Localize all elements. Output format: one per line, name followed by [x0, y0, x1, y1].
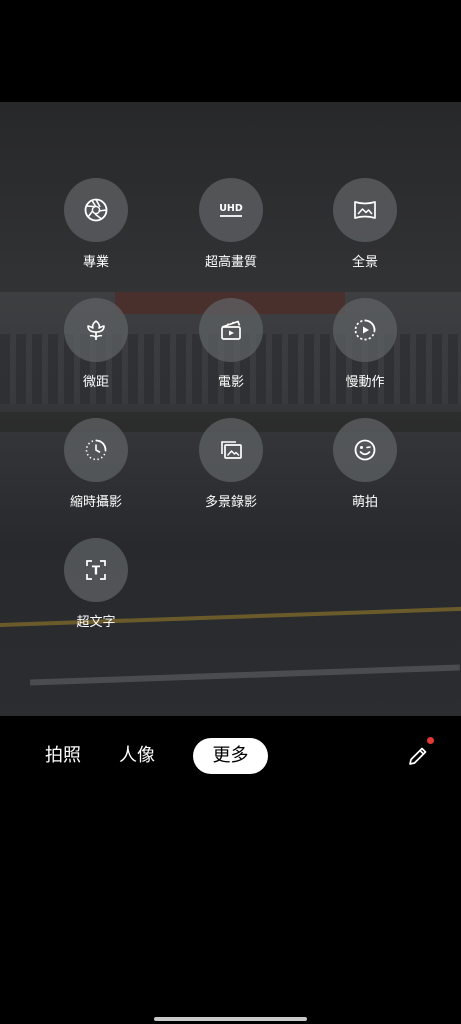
mode-pro-label: 專業	[82, 255, 109, 270]
mode-slow-motion-button[interactable]	[333, 298, 397, 362]
mode-text-scan-button[interactable]: T	[64, 538, 128, 602]
mode-macro-button[interactable]	[64, 298, 128, 362]
mode-panorama-button[interactable]	[333, 178, 397, 242]
home-indicator[interactable]	[154, 1017, 307, 1021]
mode-cute-shot-label: 萌拍	[351, 495, 378, 510]
mode-pro-button[interactable]	[64, 178, 128, 242]
mode-text-scan[interactable]: T 超文字	[36, 538, 156, 630]
pencil-icon	[409, 747, 427, 765]
multi-view-icon	[221, 441, 242, 459]
mode-timelapse-button[interactable]	[64, 418, 128, 482]
mode-uhd-button[interactable]: UHD	[199, 178, 263, 242]
mode-cinema[interactable]: 電影	[171, 298, 291, 390]
smiley-icon	[354, 439, 376, 461]
mode-timelapse[interactable]: 縮時攝影	[36, 418, 156, 510]
tab-photo[interactable]: 拍照	[45, 738, 81, 774]
tab-more[interactable]: 更多	[193, 738, 268, 774]
notification-dot	[427, 737, 434, 744]
uhd-icon-text: UHD	[219, 203, 243, 214]
tab-portrait[interactable]: 人像	[119, 738, 155, 774]
mode-cinema-button[interactable]	[199, 298, 263, 362]
slow-motion-icon	[354, 319, 376, 341]
mode-cute-shot-button[interactable]	[333, 418, 397, 482]
mode-cinema-label: 電影	[217, 375, 244, 390]
mode-multi-view[interactable]: 多景錄影	[171, 418, 291, 510]
mode-multi-view-button[interactable]	[199, 418, 263, 482]
mode-slow-motion[interactable]: 慢動作	[305, 298, 425, 390]
text-scan-icon: T	[86, 560, 106, 580]
aperture-icon	[84, 198, 108, 222]
top-bar	[0, 0, 461, 102]
mode-panorama[interactable]: 全景	[305, 178, 425, 270]
flower-icon	[87, 320, 105, 340]
mode-uhd-label: 超高畫質	[204, 255, 257, 270]
mode-panorama-label: 全景	[351, 255, 378, 270]
mode-timelapse-label: 縮時攝影	[69, 495, 122, 510]
uhd-icon: UHD	[219, 203, 243, 217]
mode-pro[interactable]: 專業	[36, 178, 156, 270]
mode-cute-shot[interactable]: 萌拍	[305, 418, 425, 510]
clapperboard-icon	[221, 320, 241, 340]
mode-macro-label: 微距	[82, 375, 109, 390]
mode-uhd[interactable]: UHD 超高畫質	[171, 178, 291, 270]
mode-multi-view-label: 多景錄影	[204, 495, 257, 510]
panorama-icon	[354, 201, 376, 219]
text-scan-icon-letter: T	[92, 564, 101, 578]
mode-macro[interactable]: 微距	[36, 298, 156, 390]
timelapse-icon	[85, 439, 107, 461]
mode-text-scan-label: 超文字	[76, 615, 116, 630]
mode-slow-motion-label: 慢動作	[345, 375, 385, 390]
